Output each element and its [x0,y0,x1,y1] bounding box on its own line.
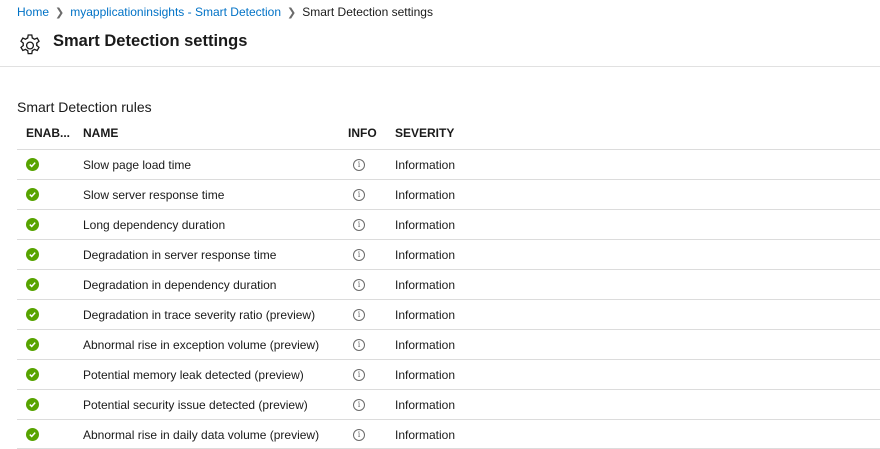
page-title: Smart Detection settings [53,32,248,50]
rule-severity: Information [395,367,456,382]
rule-severity: Information [395,277,456,292]
breadcrumb-home-link[interactable]: Home [17,5,49,19]
breadcrumb-chevron-icon: ❯ [287,6,297,19]
info-icon[interactable]: i [353,398,365,411]
checkmark-circle-icon [26,188,39,201]
rule-name: Potential security issue detected (previ… [83,397,308,412]
rule-name: Slow page load time [83,157,192,172]
info-icon[interactable]: i [353,218,365,231]
breadcrumb: Home ❯ myapplicationinsights - Smart Det… [0,0,880,24]
info-icon[interactable]: i [353,428,365,441]
rule-name: Abnormal rise in daily data volume (prev… [83,427,320,442]
table-row[interactable]: Potential memory leak detected (preview)… [17,359,880,389]
table-header: ENAB... NAME INFO SEVERITY [17,118,880,149]
checkmark-circle-icon [26,218,39,231]
checkmark-circle-icon [26,248,39,261]
rules-table: ENAB... NAME INFO SEVERITY Slow page loa… [17,118,880,449]
breadcrumb-chevron-icon: ❯ [55,6,65,19]
rule-name: Long dependency duration [83,217,226,232]
column-header-enabled[interactable]: ENAB... [26,126,70,140]
info-icon[interactable]: i [353,278,365,291]
checkmark-circle-icon [26,368,39,381]
rule-name: Abnormal rise in exception volume (previ… [83,337,320,352]
info-icon[interactable]: i [353,188,365,201]
checkmark-circle-icon [26,338,39,351]
table-row[interactable]: Degradation in dependency duration i Inf… [17,269,880,299]
rule-severity: Information [395,157,456,172]
section-title: Smart Detection rules [17,99,152,115]
table-body: Slow page load time i Information Slow s… [17,149,880,449]
column-header-info[interactable]: INFO [348,126,377,140]
table-row[interactable]: Long dependency duration i Information [17,209,880,239]
rule-severity: Information [395,217,456,232]
checkmark-circle-icon [26,308,39,321]
table-row[interactable]: Abnormal rise in daily data volume (prev… [17,419,880,449]
rule-severity: Information [395,337,456,352]
table-row[interactable]: Abnormal rise in exception volume (previ… [17,329,880,359]
table-row[interactable]: Slow page load time i Information [17,149,880,179]
table-row[interactable]: Potential security issue detected (previ… [17,389,880,419]
blade-header: Smart Detection settings [0,24,880,67]
rule-name: Degradation in dependency duration [83,277,277,292]
checkmark-circle-icon [26,158,39,171]
rule-name: Degradation in trace severity ratio (pre… [83,307,316,322]
info-icon[interactable]: i [353,308,365,321]
rule-severity: Information [395,247,456,262]
info-icon[interactable]: i [353,338,365,351]
rule-name: Potential memory leak detected (preview) [83,367,304,382]
column-header-name[interactable]: NAME [83,126,118,140]
breadcrumb-current: Smart Detection settings [302,5,433,19]
rule-name: Degradation in server response time [83,247,277,262]
rule-severity: Information [395,427,456,442]
rule-severity: Information [395,307,456,322]
info-icon[interactable]: i [353,158,365,171]
checkmark-circle-icon [26,278,39,291]
table-row[interactable]: Degradation in trace severity ratio (pre… [17,299,880,329]
info-icon[interactable]: i [353,248,365,261]
gear-icon [20,34,40,55]
breadcrumb-parent-link[interactable]: myapplicationinsights - Smart Detection [70,5,281,19]
info-icon[interactable]: i [353,368,365,381]
smart-detection-settings-page: Home ❯ myapplicationinsights - Smart Det… [0,0,880,449]
rule-severity: Information [395,187,456,202]
table-row[interactable]: Slow server response time i Information [17,179,880,209]
rule-severity: Information [395,397,456,412]
checkmark-circle-icon [26,398,39,411]
checkmark-circle-icon [26,428,39,441]
table-row[interactable]: Degradation in server response time i In… [17,239,880,269]
column-header-severity[interactable]: SEVERITY [395,126,454,140]
rule-name: Slow server response time [83,187,225,202]
